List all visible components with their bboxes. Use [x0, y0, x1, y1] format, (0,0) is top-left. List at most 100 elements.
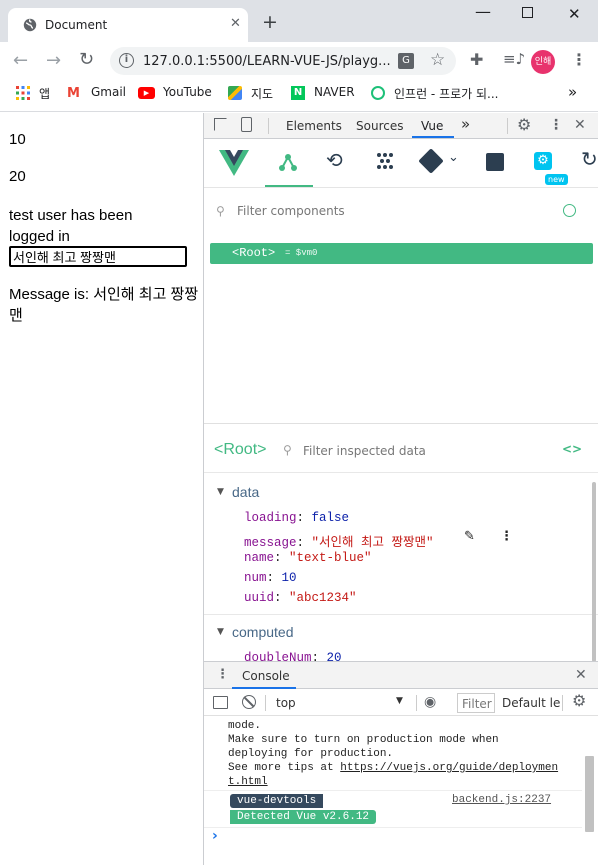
- data-value: 10: [281, 571, 297, 585]
- data-caret-icon[interactable]: ▼: [217, 487, 224, 497]
- drawer-tabbar: ⋮ Console ✕: [204, 662, 598, 689]
- drawer-menu-icon[interactable]: ⋮: [216, 667, 229, 682]
- devtools-panel: Elements Sources Vue » ⚙ ⋮ ✕ ⟲ ⌄ ⚙ new ↻…: [203, 113, 598, 865]
- filter-components-input[interactable]: Filter components: [237, 204, 345, 218]
- console-filter-input[interactable]: Filter: [457, 693, 495, 713]
- components-icon[interactable]: [278, 152, 298, 175]
- device-toolbar-icon[interactable]: [241, 117, 252, 132]
- maximize-icon[interactable]: [522, 7, 533, 18]
- translate-icon[interactable]: G: [398, 53, 414, 69]
- new-badge: new: [545, 174, 568, 185]
- data-row[interactable]: name: "text-blue": [244, 551, 372, 565]
- profile-avatar[interactable]: 인해: [531, 50, 555, 74]
- new-tab-icon[interactable]: +: [262, 13, 278, 32]
- computed-caret-icon[interactable]: ▼: [217, 627, 224, 637]
- menu-icon[interactable]: ⋮: [571, 50, 587, 69]
- divider: [265, 695, 266, 711]
- data-row[interactable]: message: "서인해 최고 짱짱맨": [244, 531, 434, 550]
- apps-icon[interactable]: [16, 86, 30, 100]
- colon: :: [266, 571, 282, 585]
- bookmark-maps[interactable]: 지도: [251, 85, 273, 102]
- console-prompt[interactable]: ›: [212, 828, 218, 844]
- back-icon[interactable]: ←: [13, 50, 28, 71]
- console-line: deploying for production.: [228, 748, 394, 760]
- browser-tabstrip: Document ✕ + — ✕: [0, 0, 598, 42]
- console-line: Make sure to turn on production mode whe…: [228, 734, 499, 746]
- devtools-menu-icon[interactable]: ⋮: [549, 117, 563, 133]
- num-text: 10: [9, 131, 26, 148]
- routing-icon[interactable]: [418, 148, 444, 174]
- inspect-element-icon[interactable]: [214, 118, 227, 131]
- context-dropdown-icon[interactable]: ▼: [396, 696, 403, 706]
- tab-sources[interactable]: Sources: [356, 119, 403, 133]
- context-select[interactable]: top: [276, 696, 296, 710]
- component-tree-root[interactable]: <Root> = $vm0: [210, 243, 593, 264]
- detected-vue-badge: Detected Vue v2.6.12: [230, 810, 377, 824]
- inspector-scrollbar[interactable]: [592, 482, 596, 662]
- forward-icon[interactable]: →: [46, 50, 61, 71]
- filter-inspected-input[interactable]: Filter inspected data: [303, 444, 426, 458]
- filter-components-bar: ⚲ Filter components: [204, 193, 598, 229]
- address-bar[interactable]: i 127.0.0.1:5500/LEARN-VUE-JS/playg... G…: [110, 47, 456, 75]
- divider: [204, 472, 598, 473]
- divider: [507, 118, 508, 134]
- tab-title: Document: [45, 18, 108, 32]
- computed-section-label[interactable]: computed: [232, 624, 293, 640]
- bookmark-inflearn[interactable]: 인프런 - 프로가 되...: [394, 85, 499, 102]
- performance-icon[interactable]: [486, 153, 504, 171]
- minimize-icon[interactable]: —: [475, 2, 491, 21]
- settings-icon[interactable]: ⚙: [534, 152, 552, 170]
- code-icon[interactable]: <>: [562, 442, 582, 456]
- vuex-icon[interactable]: [375, 151, 395, 174]
- vue-devtools-nav: ⟲ ⌄ ⚙ new ↻: [204, 140, 598, 188]
- chevron-down-icon[interactable]: ⌄: [448, 150, 459, 165]
- star-icon[interactable]: ☆: [430, 50, 445, 70]
- settings-gear-icon[interactable]: ⚙: [517, 115, 531, 134]
- target-icon[interactable]: [563, 204, 576, 217]
- bookmark-youtube[interactable]: YouTube: [163, 85, 212, 99]
- bookmark-gmail[interactable]: Gmail: [91, 85, 126, 99]
- close-window-icon[interactable]: ✕: [568, 5, 581, 23]
- eye-icon[interactable]: ◉: [424, 694, 436, 710]
- refresh-icon[interactable]: ↻: [581, 147, 598, 171]
- browser-tab[interactable]: Document ✕: [8, 8, 248, 42]
- extensions-icon[interactable]: ✚: [470, 50, 483, 69]
- data-row[interactable]: uuid: "abc1234": [244, 591, 357, 605]
- more-actions-icon[interactable]: ⋮: [500, 529, 513, 544]
- url-text: 127.0.0.1:5500/LEARN-VUE-JS/playg...: [143, 54, 391, 69]
- console-tab[interactable]: Console: [242, 669, 290, 683]
- reload-icon[interactable]: ↻: [79, 49, 94, 70]
- message-input[interactable]: [9, 246, 187, 267]
- more-tabs-icon[interactable]: »: [461, 115, 470, 133]
- console-link-cont[interactable]: t.html: [228, 775, 573, 789]
- console-toolbar: top ▼ ◉ Filter Default le ⚙: [204, 690, 598, 716]
- close-drawer-icon[interactable]: ✕: [575, 667, 587, 683]
- bookmark-apps[interactable]: 앱: [39, 85, 50, 102]
- double-num-text: 20: [9, 168, 26, 185]
- console-scrollbar[interactable]: [585, 756, 594, 832]
- data-row[interactable]: loading: false: [244, 511, 349, 525]
- divider: [416, 695, 417, 711]
- data-section-label[interactable]: data: [232, 484, 259, 500]
- log-levels-select[interactable]: Default le: [502, 696, 560, 710]
- devtools-tabbar: Elements Sources Vue » ⚙ ⋮ ✕: [204, 113, 598, 139]
- media-icon[interactable]: ≡♪: [503, 50, 525, 68]
- divider: [204, 790, 582, 791]
- close-devtools-icon[interactable]: ✕: [574, 117, 586, 133]
- data-key: loading: [244, 511, 297, 525]
- backend-source-link[interactable]: backend.js:2237: [452, 794, 551, 806]
- history-icon[interactable]: ⟲: [326, 148, 343, 172]
- info-icon[interactable]: i: [119, 53, 134, 68]
- bookmarks-more-icon[interactable]: »: [568, 83, 577, 101]
- tab-vue[interactable]: Vue: [421, 119, 443, 133]
- close-tab-icon[interactable]: ✕: [230, 16, 241, 31]
- bookmark-naver[interactable]: NAVER: [314, 85, 355, 99]
- edit-pencil-icon[interactable]: ✎: [464, 529, 475, 544]
- console-settings-icon[interactable]: ⚙: [572, 691, 586, 710]
- active-nav-underline: [265, 185, 313, 187]
- sidebar-toggle-icon[interactable]: [213, 696, 228, 709]
- console-link[interactable]: https://vuejs.org/guide/deploymen: [340, 762, 558, 774]
- data-row[interactable]: num: 10: [244, 571, 297, 585]
- divider: [204, 614, 598, 615]
- tab-elements[interactable]: Elements: [286, 119, 342, 133]
